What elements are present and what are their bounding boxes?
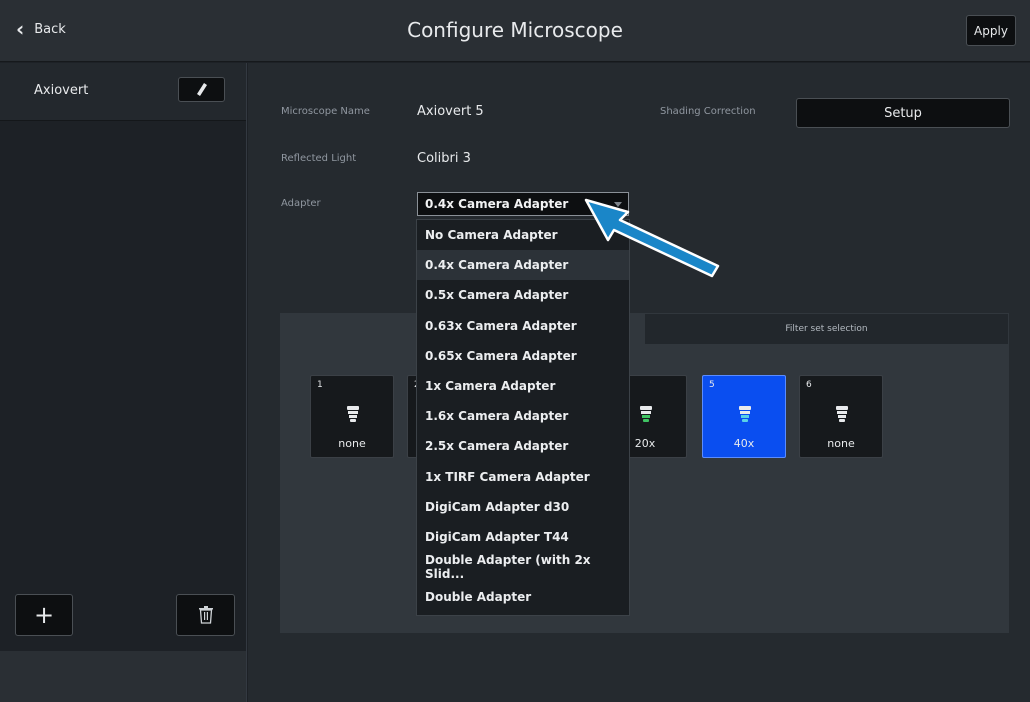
position-tile-6[interactable]: 6 none	[799, 375, 883, 458]
microscope-name-value[interactable]: Axiovert 5	[417, 104, 484, 119]
position-number: 1	[317, 380, 323, 390]
position-label: 40x	[733, 437, 755, 450]
position-label: none	[338, 437, 366, 450]
objective-icon	[640, 406, 652, 422]
adapter-option[interactable]: DigiCam Adapter T44	[417, 522, 629, 552]
adapter-option[interactable]: DigiCam Adapter d30	[417, 492, 629, 522]
shading-correction-label: Shading Correction	[660, 106, 756, 117]
reflected-light-label: Reflected Light	[281, 153, 357, 164]
adapter-option[interactable]: Double Adapter (with 2x Slid...	[417, 552, 629, 582]
trash-icon	[198, 606, 213, 624]
reflected-light-value[interactable]: Colibri 3	[417, 151, 471, 166]
sidebar-item-label: Axiovert	[34, 83, 89, 98]
adapter-selected-value: 0.4x Camera Adapter	[425, 197, 569, 211]
adapter-option[interactable]: 1.6x Camera Adapter	[417, 401, 629, 431]
position-label: none	[827, 437, 855, 450]
microscope-name-label: Microscope Name	[281, 106, 370, 117]
adapter-option[interactable]: 0.65x Camera Adapter	[417, 341, 629, 371]
objectives-panel	[280, 313, 1009, 633]
edit-button[interactable]	[178, 77, 225, 102]
page-title: Configure Microscope	[407, 18, 623, 42]
objective-icon	[739, 406, 751, 422]
position-tile-1[interactable]: 1 none	[310, 375, 394, 458]
tab-filter-set-selection[interactable]: Filter set selection	[645, 314, 1008, 344]
objective-icon	[347, 406, 359, 422]
position-number: 6	[806, 380, 812, 390]
adapter-label: Adapter	[281, 198, 321, 209]
top-bar: ‹ Back Configure Microscope Apply	[0, 0, 1030, 62]
annotation-arrow-icon	[584, 198, 720, 278]
apply-button[interactable]: Apply	[966, 15, 1016, 46]
objective-icon	[836, 406, 848, 422]
pencil-icon	[196, 82, 207, 96]
adapter-option[interactable]: 1x TIRF Camera Adapter	[417, 462, 629, 492]
adapter-option[interactable]: 2.5x Camera Adapter	[417, 431, 629, 461]
sidebar-item-axiovert[interactable]: Axiovert	[0, 63, 246, 121]
setup-button[interactable]: Setup	[796, 98, 1010, 128]
position-number: 5	[709, 380, 715, 390]
position-tile-5[interactable]: 5 40x	[702, 375, 786, 458]
adapter-option[interactable]: 1x Camera Adapter	[417, 371, 629, 401]
adapter-option[interactable]: Double Adapter	[417, 582, 629, 612]
adapter-option[interactable]: 0.5x Camera Adapter	[417, 280, 629, 310]
sidebar-footer	[0, 651, 246, 702]
add-button[interactable]: +	[15, 594, 73, 636]
delete-button[interactable]	[176, 594, 235, 636]
adapter-option[interactable]: 0.63x Camera Adapter	[417, 311, 629, 341]
